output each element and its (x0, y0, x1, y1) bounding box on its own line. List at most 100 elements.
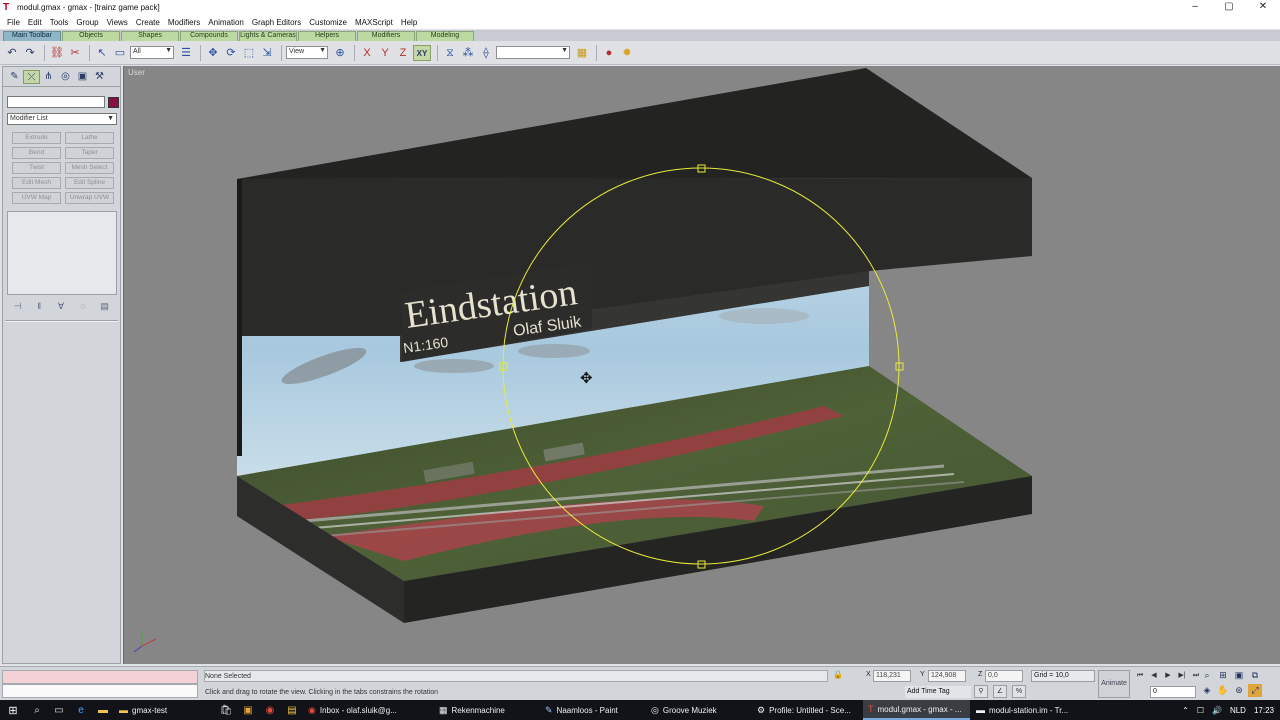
chrome-icon[interactable]: ◉ (259, 705, 281, 716)
y-coordinate-field[interactable]: 124,908 (928, 670, 966, 682)
tab-main-toolbar[interactable]: Main Toolbar (3, 31, 61, 41)
configure-sets-icon[interactable]: ▤ (98, 300, 111, 312)
create-tab-icon[interactable]: ✎ (6, 70, 23, 84)
pin-stack-icon[interactable]: ⊣ (11, 300, 24, 312)
tab-modifiers[interactable]: Modifiers (357, 31, 415, 41)
menu-views[interactable]: Views (103, 18, 132, 27)
menu-maxscript[interactable]: MAXScript (351, 18, 397, 27)
volume-icon[interactable]: 🔊 (1212, 706, 1222, 715)
tab-objects[interactable]: Objects (62, 31, 120, 41)
squash-icon[interactable]: ⇲ (259, 45, 275, 61)
maxscript-listener-field[interactable] (2, 670, 198, 684)
unwrap-uvw-button[interactable]: Unwrap UVW (65, 192, 114, 204)
taskbar-item-groove[interactable]: ◎ Groove Muziek (646, 700, 751, 720)
unlink-icon[interactable]: ✂ (67, 45, 83, 61)
rotate-icon[interactable]: ⟳ (223, 45, 239, 61)
network-icon[interactable]: ☐ (1197, 706, 1204, 715)
next-frame-icon[interactable]: ▶| (1175, 670, 1189, 682)
angle-snap-icon[interactable]: ∠ (993, 685, 1007, 698)
remove-modifier-icon[interactable]: ◌ (76, 300, 89, 312)
maxscript-output-field[interactable] (2, 684, 198, 698)
select-by-name-icon[interactable]: ☰ (178, 45, 194, 61)
store-icon[interactable]: 🛍 (215, 705, 237, 716)
zoom-extents-all-icon[interactable]: ⧉ (1248, 669, 1262, 682)
scale-icon[interactable]: ⬚ (241, 45, 257, 61)
clock[interactable]: 17:23 (1254, 706, 1274, 715)
track-view-icon[interactable]: ▦ (574, 45, 590, 61)
tab-helpers[interactable]: Helpers (298, 31, 356, 41)
zoom-all-icon[interactable]: ⊞ (1216, 669, 1230, 682)
zoom-extents-icon[interactable]: ▣ (1232, 669, 1246, 682)
arc-rotate-icon[interactable]: ⊛ (1232, 684, 1246, 697)
menu-file[interactable]: File (3, 18, 24, 27)
start-button-icon[interactable]: ⊞ (0, 704, 26, 717)
viewport-label[interactable]: User (128, 68, 145, 77)
tab-compounds[interactable]: Compounds (180, 31, 238, 41)
taper-button[interactable]: Taper (65, 147, 114, 159)
tab-modeling[interactable]: Modeling (416, 31, 474, 41)
bend-button[interactable]: Bend (12, 147, 61, 159)
taskbar-item-paint[interactable]: ✎ Naamloos - Paint (540, 700, 645, 720)
task-view-icon[interactable]: ▭ (48, 705, 70, 716)
material-editor-icon[interactable]: ● (601, 45, 617, 61)
minimize-button[interactable]: – (1178, 0, 1212, 15)
current-frame-field[interactable]: 0 (1150, 686, 1196, 698)
gizmo-handle-right[interactable] (895, 362, 904, 371)
lathe-button[interactable]: Lathe (65, 132, 114, 144)
render-icon[interactable]: ✹ (619, 45, 635, 61)
reference-coordinate-dropdown[interactable]: View ▼ (286, 46, 328, 59)
go-to-start-icon[interactable]: ⏮ (1133, 670, 1147, 682)
object-name-field[interactable] (7, 96, 105, 108)
extrude-button[interactable]: Extrude (12, 132, 61, 144)
modifier-stack[interactable] (7, 211, 117, 295)
named-selection-dropdown[interactable]: ▼ (496, 46, 570, 59)
restrict-x-icon[interactable]: X (359, 45, 375, 61)
modifier-list-dropdown[interactable]: Modifier List ▼ (7, 113, 117, 125)
edit-spline-button[interactable]: Edit Spline (65, 177, 114, 189)
menu-help[interactable]: Help (397, 18, 421, 27)
snap-toggle-icon[interactable]: ⚲ (974, 685, 988, 698)
link-icon[interactable]: ⛓ (49, 45, 65, 61)
select-object-icon[interactable]: ↖ (94, 45, 110, 61)
maximize-viewport-icon[interactable]: ⤢ (1248, 684, 1262, 697)
z-coordinate-field[interactable]: 0,0 (985, 670, 1023, 682)
menu-create[interactable]: Create (132, 18, 164, 27)
taskbar-item-calculator[interactable]: ▦ Rekenmachine (434, 700, 539, 720)
animate-button[interactable]: Animate (1098, 670, 1130, 698)
user-viewport[interactable]: Eindstation Olaf Sluik N1:160 ✥ User (123, 66, 1280, 664)
align-icon[interactable]: ⟠ (478, 45, 494, 61)
array-icon[interactable]: ⁂ (460, 45, 476, 61)
taskbar-item-trainz[interactable]: ▬ modul-station.im - Tr... (971, 700, 1079, 720)
region-select-icon[interactable]: ▭ (112, 45, 128, 61)
search-icon[interactable]: ⌕ (26, 705, 48, 716)
previous-frame-icon[interactable]: ◀ (1147, 670, 1161, 682)
restrict-z-icon[interactable]: Z (395, 45, 411, 61)
modify-tab-icon[interactable]: ⤫ (23, 70, 40, 84)
show-end-result-icon[interactable]: ‖ (33, 300, 46, 312)
scene-canvas[interactable]: Eindstation Olaf Sluik N1:160 ✥ (124, 66, 1280, 664)
taskbar-item-profile[interactable]: ⚙ Profile: Untitled - Sce... (752, 700, 862, 720)
menu-edit[interactable]: Edit (24, 18, 46, 27)
move-icon[interactable]: ✥ (205, 45, 221, 61)
taskbar-item-inbox[interactable]: ◉ Inbox - olaf.sluik@g... (303, 700, 433, 720)
uvw-map-button[interactable]: UVW Map (12, 192, 61, 204)
language-indicator[interactable]: NLD (1230, 706, 1246, 715)
add-time-tag-button[interactable]: Add Time Tag (905, 686, 971, 698)
notes-icon[interactable]: ▤ (281, 705, 303, 716)
undo-icon[interactable]: ↶ (4, 45, 20, 61)
menu-tools[interactable]: Tools (46, 18, 73, 27)
x-coordinate-field[interactable]: 118,231 (873, 670, 911, 682)
twist-button[interactable]: Twist (12, 162, 61, 174)
restrict-y-icon[interactable]: Y (377, 45, 393, 61)
utilities-tab-icon[interactable]: ⚒ (91, 70, 108, 84)
restrict-xy-button[interactable]: XY (413, 44, 431, 61)
menu-modifiers[interactable]: Modifiers (164, 18, 204, 27)
mesh-select-button[interactable]: Mesh Select (65, 162, 114, 174)
app-icon[interactable]: ▣ (237, 705, 259, 716)
tray-expand-icon[interactable]: ⌃ (1182, 706, 1189, 715)
taskbar-item-gmax[interactable]: Tmodul.gmax - gmax - ... (863, 700, 970, 720)
menu-graph-editors[interactable]: Graph Editors (248, 18, 305, 27)
mirror-icon[interactable]: ⧖ (442, 45, 458, 61)
play-icon[interactable]: ▶ (1161, 670, 1175, 682)
edit-mesh-button[interactable]: Edit Mesh (12, 177, 61, 189)
